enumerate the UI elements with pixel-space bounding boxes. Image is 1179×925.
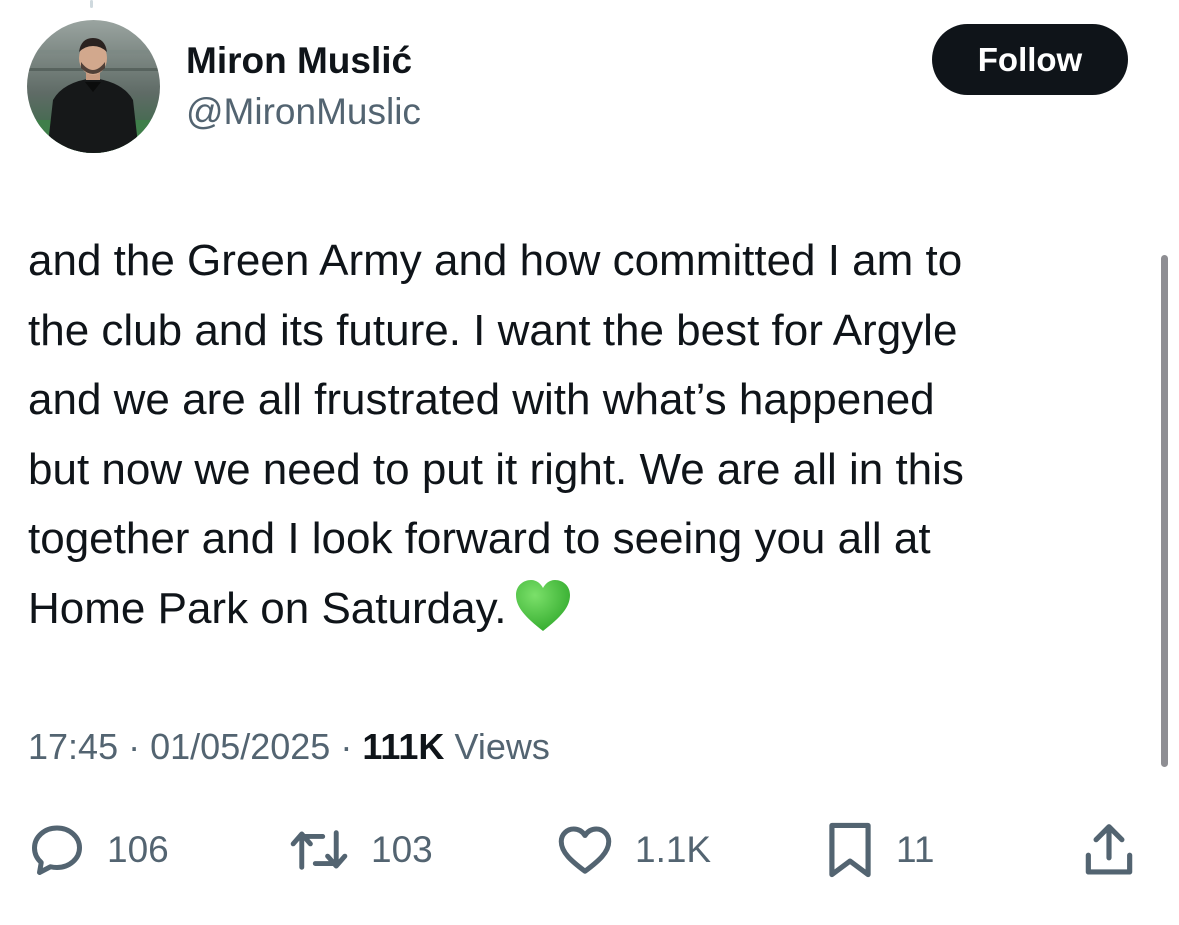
reply-button[interactable]: 106 [27,820,169,880]
tweet-line-last: Home Park on Saturday. [28,574,1138,644]
tweet-text: and the Green Army and how committed I a… [28,226,1138,643]
heart-outline-icon [558,826,612,874]
repost-button[interactable]: 103 [287,820,433,880]
meta-separator: · [340,726,353,767]
tweet-line: the club and its future. I want the best… [28,305,958,355]
tweet-line: and we are all frustrated with what’s ha… [28,375,935,424]
follow-button[interactable]: Follow [932,24,1128,95]
tweet-meta: 17:45 · 01/05/2025 · 111K Views [28,724,550,770]
views-label: Views [454,726,550,767]
user-handle[interactable]: @MironMuslic [186,89,421,135]
tweet-line: together and I look forward to seeing yo… [28,514,931,563]
tweet-line: but now we need to put it right. We are … [28,444,964,494]
tweet-line-text: Home Park on Saturday. [28,583,507,633]
views-count: 111K [362,726,445,767]
like-count: 1.1K [635,829,712,870]
display-name[interactable]: Miron Muslić [186,38,412,84]
tweet-line: and the Green Army and how committed I a… [28,236,963,285]
reply-count: 106 [107,829,169,870]
tweet-date[interactable]: 01/05/2025 [150,726,330,767]
reply-icon [32,825,82,875]
scrollbar[interactable] [1161,255,1168,767]
avatar-photo [27,20,160,153]
bookmark-count: 11 [896,829,935,870]
repost-count: 103 [371,829,433,870]
repost-icon [290,830,348,870]
green-heart-icon [515,579,570,631]
share-icon [1085,824,1133,875]
bookmark-icon [829,822,871,878]
tweet-time[interactable]: 17:45 [28,726,118,767]
thread-connector [90,0,93,8]
avatar[interactable] [27,20,160,153]
share-button[interactable] [1078,820,1140,880]
bookmark-button[interactable]: 11 [824,820,934,880]
meta-separator: · [128,726,141,767]
like-button[interactable]: 1.1K [555,820,711,880]
